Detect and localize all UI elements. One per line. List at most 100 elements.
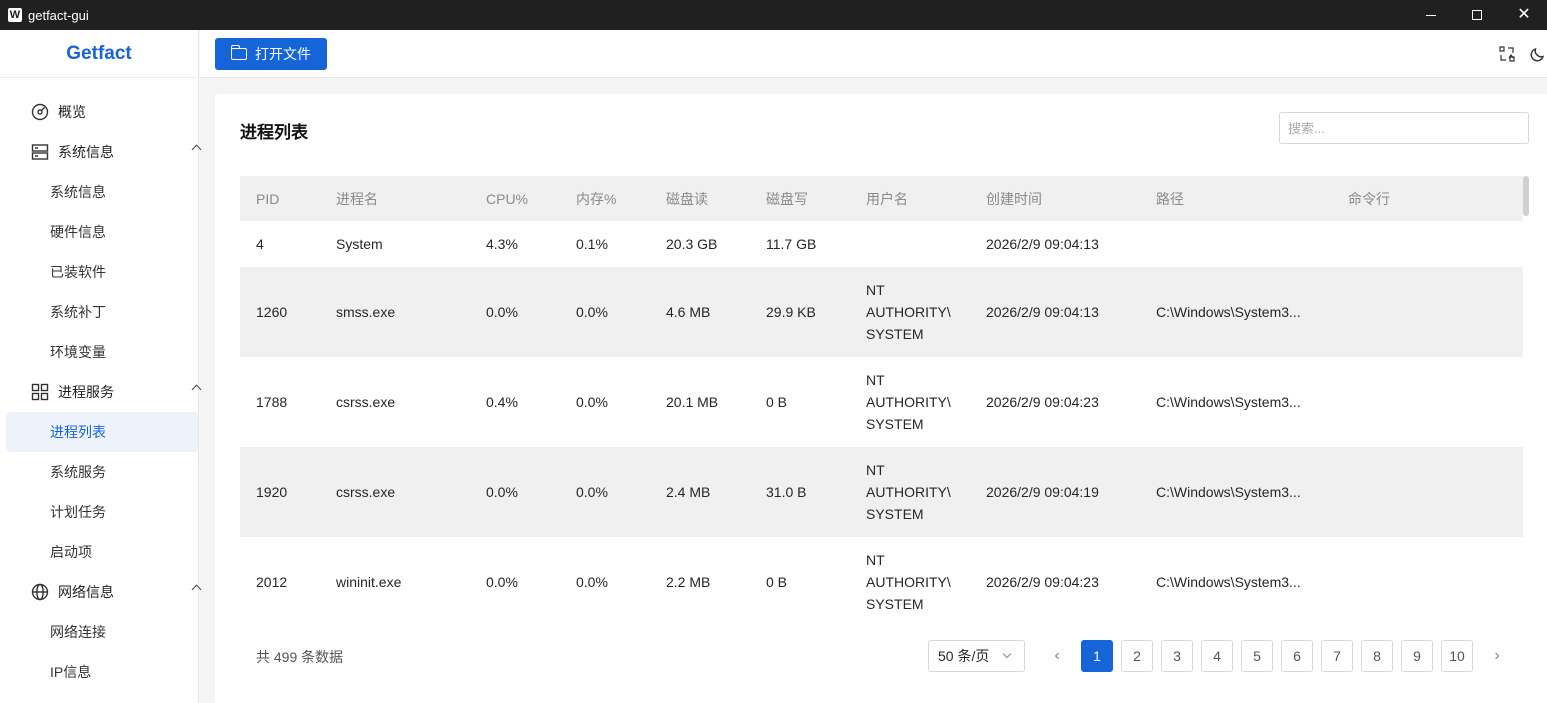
table-cell: 20.3 GB xyxy=(666,236,718,252)
table-body: 4 System 4.3% 0.1% 20.3 GB 11.7 GB 2026/2/9 09… xyxy=(240,221,1523,616)
table-cell: 0.0% xyxy=(486,484,518,500)
translate-icon[interactable] xyxy=(1497,44,1517,64)
table-cell: wininit.exe xyxy=(336,574,402,590)
open-file-button[interactable]: 打开文件 xyxy=(215,38,327,70)
open-file-label: 打开文件 xyxy=(255,46,311,62)
process-list-card: 进程列表 PID 进程名 CPU% 内存% 磁盘读 磁盘写 用户名 创建时间 路径 命令行 4 Sy… xyxy=(215,94,1547,703)
column-header[interactable]: PID xyxy=(256,176,279,221)
minimize-button[interactable] xyxy=(1408,0,1454,30)
table-cell: 0.0% xyxy=(576,304,608,320)
sidebar-item-9[interactable]: 系统服务 xyxy=(0,452,198,492)
sidebar-item-4[interactable]: 已装软件 xyxy=(0,252,198,292)
table-row[interactable]: 2012 wininit.exe 0.0% 0.0% 2.2 MB 0 B NT AUTHO… xyxy=(240,537,1523,616)
search-input[interactable] xyxy=(1279,112,1529,144)
table-cell: 1788 xyxy=(256,394,288,410)
table-cell: C:\Windows\System3... xyxy=(1156,574,1301,590)
top-header: 打开文件 xyxy=(200,30,1547,78)
page-button[interactable]: 10 xyxy=(1441,640,1473,672)
page-button[interactable]: 9 xyxy=(1401,640,1433,672)
table-cell: 31.0 B xyxy=(766,484,807,500)
dashboard-icon xyxy=(30,102,50,122)
column-header[interactable]: 路径 xyxy=(1156,176,1184,221)
chevron-up-icon xyxy=(191,144,202,155)
globe-icon xyxy=(30,582,50,602)
page-button[interactable]: 6 xyxy=(1281,640,1313,672)
table-cell: 2.2 MB xyxy=(666,574,711,590)
sidebar-group-7[interactable]: 进程服务 xyxy=(0,372,202,412)
page-button[interactable]: 4 xyxy=(1201,640,1233,672)
sidebar-item-8[interactable]: 进程列表 xyxy=(6,412,198,452)
sidebar-item-5[interactable]: 系统补丁 xyxy=(0,292,198,332)
sidebar-menu: 概览 系统信息 系统信息 硬件信息 已装软件 系统补丁 环境变量 进程服务 进程列表 系统服务 计划… xyxy=(0,78,202,692)
sidebar-group-0[interactable]: 概览 xyxy=(0,92,198,132)
table-row[interactable]: 1260 smss.exe 0.0% 0.0% 4.6 MB 29.9 KB NT AUTH… xyxy=(240,267,1523,357)
table-cell: csrss.exe xyxy=(336,484,396,500)
sidebar-group-1[interactable]: 系统信息 xyxy=(0,132,202,172)
table-row[interactable]: 1788 csrss.exe 0.4% 0.0% 20.1 MB 0 B NT AUTHOR… xyxy=(240,357,1523,447)
table-cell: 0.0% xyxy=(486,574,518,590)
column-header[interactable]: CPU% xyxy=(486,176,528,221)
page-button[interactable]: 5 xyxy=(1241,640,1273,672)
column-header[interactable]: 磁盘读 xyxy=(666,176,708,221)
table-cell: 2026/2/9 09:04:23 xyxy=(986,394,1099,410)
table-row[interactable]: 1920 csrss.exe 0.0% 0.0% 2.4 MB 31.0 B NT AUTH… xyxy=(240,447,1523,537)
column-header[interactable]: 进程名 xyxy=(336,176,378,221)
table-cell: NT AUTHORITY\ SYSTEM xyxy=(866,372,951,432)
column-header[interactable]: 内存% xyxy=(576,176,616,221)
table-cell: 29.9 KB xyxy=(766,304,816,320)
table-cell: NT AUTHORITY\ SYSTEM xyxy=(866,282,951,342)
page-button[interactable]: 8 xyxy=(1361,640,1393,672)
page-button[interactable]: 2 xyxy=(1121,640,1153,672)
column-header[interactable]: 磁盘写 xyxy=(766,176,808,221)
sidebar-group-label: 网络信息 xyxy=(58,584,114,600)
table-cell: 0 B xyxy=(766,574,788,590)
apps-icon xyxy=(30,382,50,402)
page-size-select[interactable]: 50 条/页 xyxy=(928,640,1025,672)
page-size-value: 50 条/页 xyxy=(938,648,990,664)
close-button[interactable]: ✕ xyxy=(1501,0,1547,30)
minimize-icon xyxy=(1426,14,1436,16)
table-cell: 2026/2/9 09:04:19 xyxy=(986,484,1099,500)
total-count: 共 499 条数据 xyxy=(256,649,344,665)
table-cell: 2026/2/9 09:04:13 xyxy=(986,236,1099,252)
chevron-up-icon xyxy=(191,584,202,595)
table-row[interactable]: 4 System 4.3% 0.1% 20.3 GB 11.7 GB 2026/2/9 09… xyxy=(240,221,1523,267)
page-button[interactable]: 7 xyxy=(1321,640,1353,672)
folder-icon xyxy=(230,45,247,60)
table-cell: 0.0% xyxy=(486,304,518,320)
sidebar-item-11[interactable]: 启动项 xyxy=(0,532,198,572)
moon-icon[interactable] xyxy=(1528,44,1547,64)
process-table: PID 进程名 CPU% 内存% 磁盘读 磁盘写 用户名 创建时间 路径 命令行 4 System 4… xyxy=(240,176,1523,616)
sidebar-item-3[interactable]: 硬件信息 xyxy=(0,212,198,252)
table-cell: NT AUTHORITY\ SYSTEM xyxy=(866,462,951,522)
page-button[interactable]: 1 xyxy=(1081,640,1113,672)
close-icon: ✕ xyxy=(1517,6,1531,23)
column-header[interactable]: 命令行 xyxy=(1348,176,1390,221)
sidebar-item-13[interactable]: 网络连接 xyxy=(0,612,198,652)
sidebar-item-14[interactable]: IP信息 xyxy=(0,652,198,692)
column-header[interactable]: 用户名 xyxy=(866,176,908,221)
table-cell: NT AUTHORITY\ SYSTEM xyxy=(866,552,951,612)
table-cell: csrss.exe xyxy=(336,394,396,410)
next-page-button[interactable]: › xyxy=(1481,640,1513,672)
prev-page-button[interactable]: ‹ xyxy=(1041,640,1073,672)
column-header[interactable]: 创建时间 xyxy=(986,176,1042,221)
table-cell: 2.4 MB xyxy=(666,484,711,500)
chevron-down-icon xyxy=(1002,649,1012,659)
table-scrollbar[interactable] xyxy=(1523,176,1529,216)
sidebar-item-6[interactable]: 环境变量 xyxy=(0,332,198,372)
table-cell: 0.4% xyxy=(486,394,518,410)
maximize-icon xyxy=(1472,10,1482,20)
sidebar-group-12[interactable]: 网络信息 xyxy=(0,572,202,612)
sidebar-item-2[interactable]: 系统信息 xyxy=(0,172,198,212)
table-cell: 0.0% xyxy=(576,574,608,590)
page-button[interactable]: 3 xyxy=(1161,640,1193,672)
sidebar-item-10[interactable]: 计划任务 xyxy=(0,492,198,532)
table-cell: 0.0% xyxy=(576,394,608,410)
table-cell: 4.6 MB xyxy=(666,304,711,320)
table-cell: 20.1 MB xyxy=(666,394,719,410)
page-title: 进程列表 xyxy=(240,123,308,142)
table-cell: 4.3% xyxy=(486,236,518,252)
maximize-button[interactable] xyxy=(1454,0,1500,30)
table-cell: C:\Windows\System3... xyxy=(1156,304,1301,320)
